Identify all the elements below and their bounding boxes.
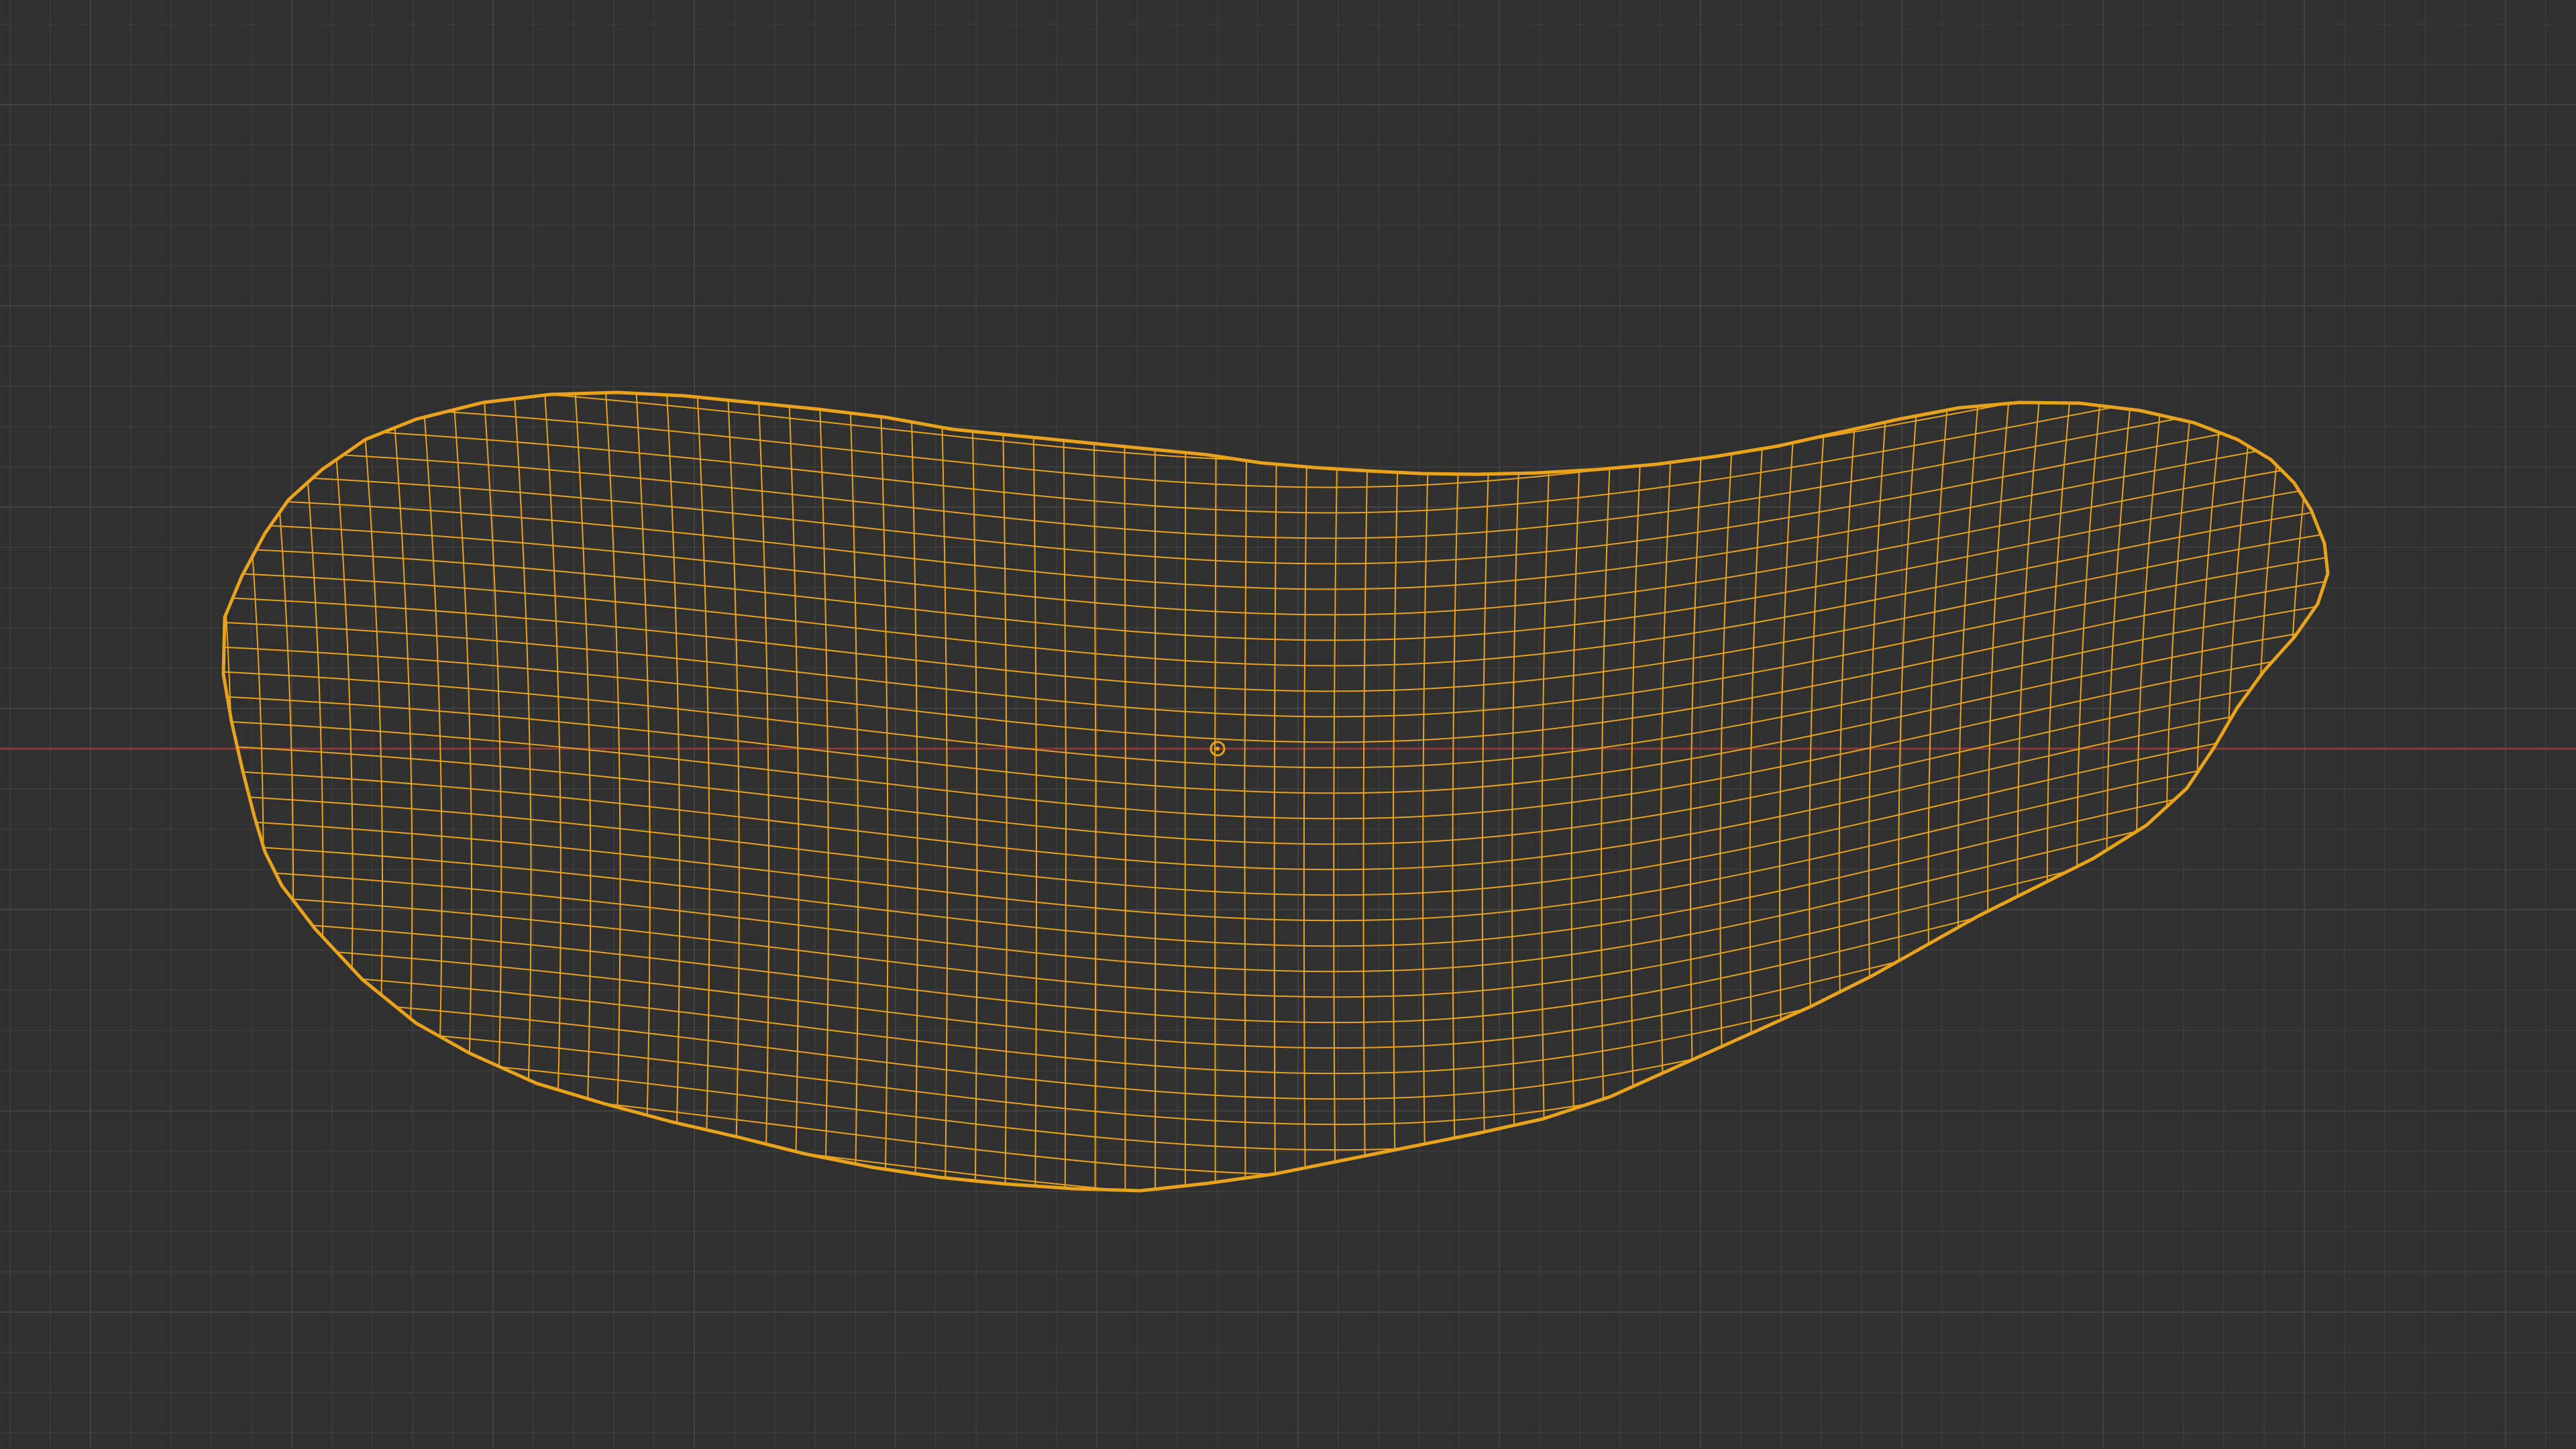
3d-viewport[interactable] bbox=[0, 0, 2576, 1449]
mesh-wireframe-icon[interactable] bbox=[168, 282, 2415, 1303]
mesh-edges bbox=[223, 392, 2328, 1191]
viewport-canvas[interactable] bbox=[0, 0, 2576, 1449]
